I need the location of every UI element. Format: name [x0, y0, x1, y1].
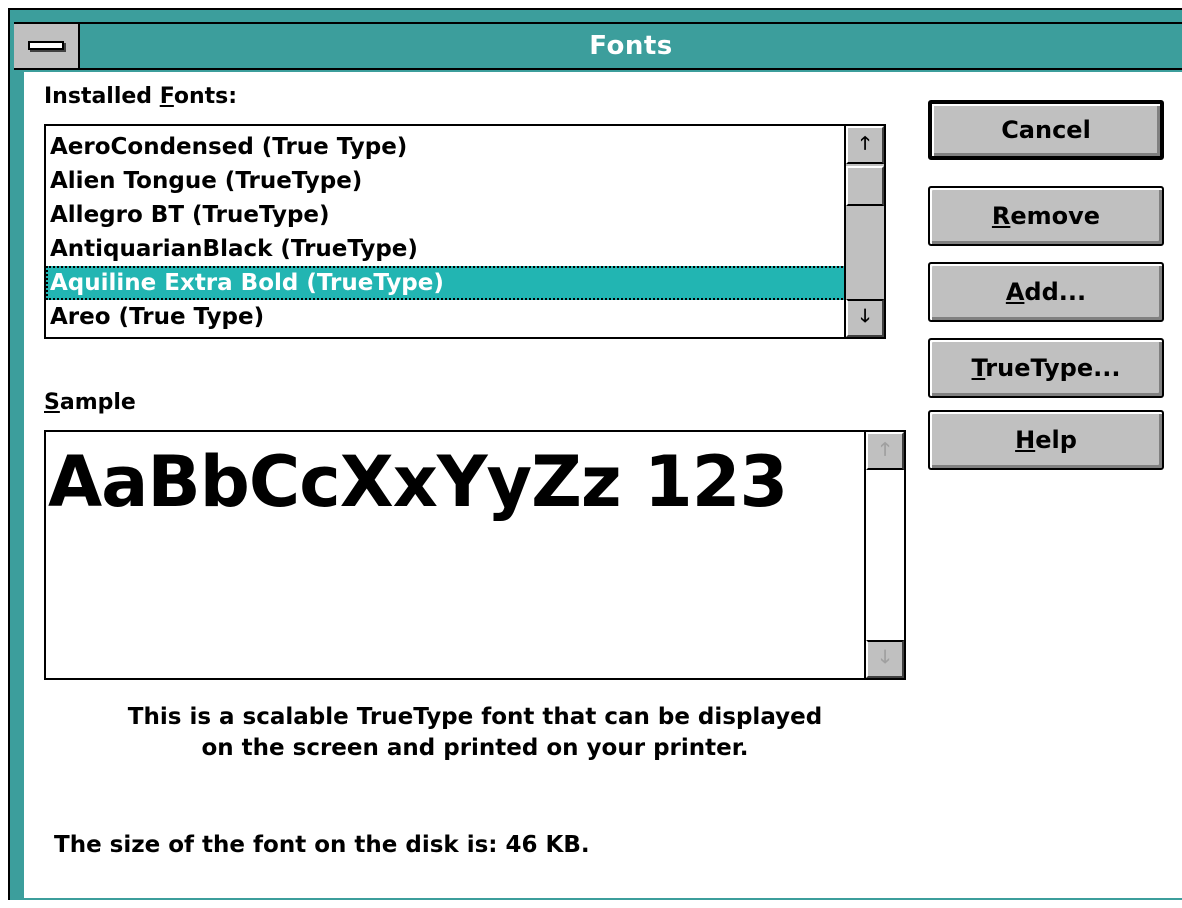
list-item-selected[interactable]: Aquiline Extra Bold (TrueType) — [46, 266, 858, 300]
sample-text: AaBbCcXxYyZz 123 — [48, 441, 788, 523]
add-mnemonic: A — [1005, 278, 1025, 306]
truetype-mnemonic: T — [971, 354, 986, 382]
arrow-down-icon: 🡓 — [860, 306, 870, 327]
sample-scroll-up-button: 🡑 — [866, 432, 904, 470]
sample-scrollbar: 🡑 🡓 — [864, 432, 904, 678]
window-title: Fonts — [589, 31, 673, 61]
sample-label-rest: ample — [59, 390, 136, 415]
truetype-button[interactable]: TrueType... — [928, 338, 1164, 398]
installed-fonts-label-part: Installed — [44, 84, 160, 109]
list-item[interactable]: AeroCondensed (True Type) — [46, 130, 858, 164]
arrow-down-icon: 🡓 — [880, 647, 890, 668]
add-button[interactable]: Add... — [928, 262, 1164, 322]
list-item[interactable]: Allegro BT (TrueType) — [46, 198, 858, 232]
scroll-down-button[interactable]: 🡓 — [846, 299, 884, 337]
arrow-up-icon: 🡑 — [860, 133, 870, 154]
installed-fonts-mnemonic: F — [159, 84, 174, 109]
system-menu-icon — [28, 41, 64, 50]
installed-fonts-label-rest: onts: — [173, 84, 238, 109]
title-bar[interactable]: Fonts — [14, 22, 1182, 70]
sample-mnemonic: S — [44, 390, 60, 415]
list-item[interactable]: AntiquarianBlack (TrueType) — [46, 232, 858, 266]
font-description-line2: on the screen and printed on your printe… — [201, 735, 749, 761]
sample-label: Sample — [44, 390, 136, 415]
scroll-thumb[interactable] — [846, 166, 884, 206]
help-mnemonic: H — [1015, 426, 1036, 454]
cancel-button[interactable]: Cancel — [928, 100, 1164, 160]
remove-button[interactable]: Remove — [928, 186, 1164, 246]
help-button[interactable]: Help — [928, 410, 1164, 470]
sample-scroll-down-button: 🡓 — [866, 640, 904, 678]
sample-preview: AaBbCcXxYyZz 123 🡑 🡓 — [44, 430, 906, 680]
installed-fonts-listbox[interactable]: AeroCondensed (True Type) Alien Tongue (… — [44, 124, 886, 339]
list-item[interactable]: Alien Tongue (TrueType) — [46, 164, 858, 198]
help-label: elp — [1035, 426, 1077, 454]
installed-fonts-label: Installed Fonts: — [44, 84, 237, 109]
truetype-label: rueType... — [985, 354, 1121, 382]
font-size-info: The size of the font on the disk is: 46 … — [54, 832, 590, 858]
dialog-client-area: Installed Fonts: AeroCondensed (True Typ… — [24, 72, 1182, 898]
font-list: AeroCondensed (True Type) Alien Tongue (… — [46, 130, 858, 334]
font-list-scrollbar[interactable]: 🡑 🡓 — [844, 126, 884, 337]
add-label: dd... — [1024, 278, 1087, 306]
list-item[interactable]: Areo (True Type) — [46, 300, 858, 334]
scroll-up-button[interactable]: 🡑 — [846, 126, 884, 164]
arrow-up-icon: 🡑 — [880, 439, 890, 460]
system-menu-button[interactable] — [14, 24, 80, 68]
remove-mnemonic: R — [991, 202, 1011, 230]
remove-label: emove — [1010, 202, 1101, 230]
font-description-line1: This is a scalable TrueType font that ca… — [127, 704, 823, 730]
